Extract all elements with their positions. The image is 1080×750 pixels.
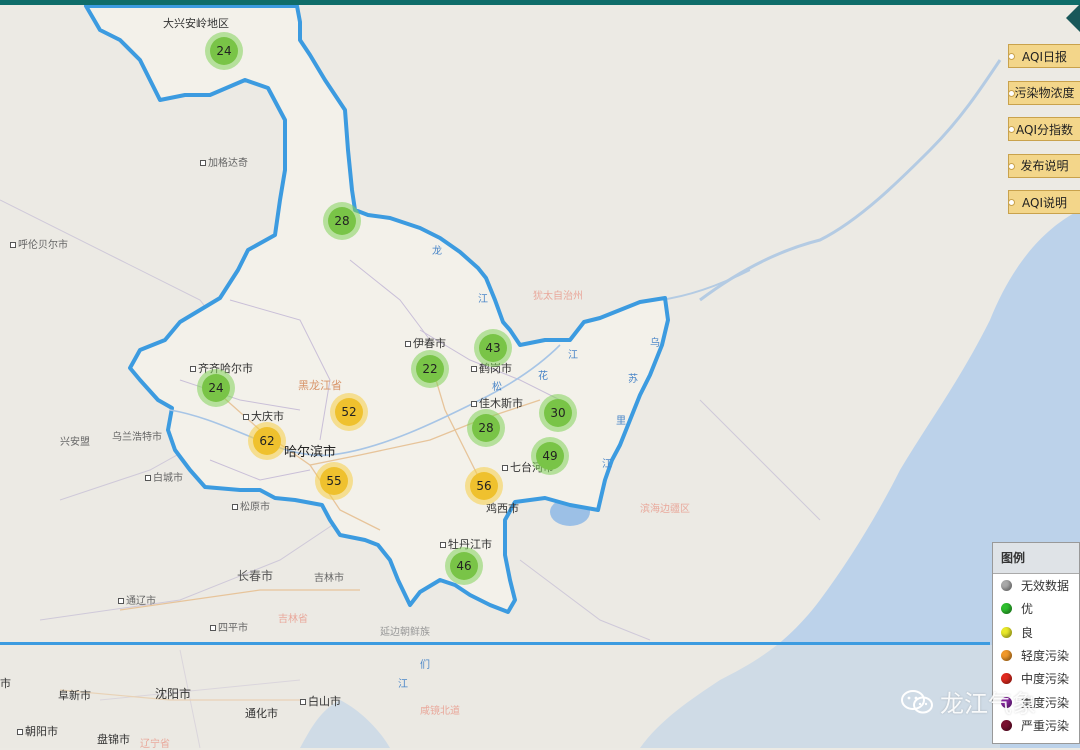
aqi-marker-qitaihe[interactable]: 49: [531, 437, 569, 475]
region-label-primorsky: 滨海边疆区: [640, 504, 690, 515]
city-tonghua: 通化市: [245, 707, 278, 720]
legend-swatch-icon: [1001, 719, 1012, 731]
aqi-value: 56: [470, 472, 498, 500]
legend-swatch-icon: [1001, 580, 1012, 592]
legend-label: 轻度污染: [1021, 649, 1070, 664]
aqi-value: 46: [450, 552, 478, 580]
river-label-wu: 乌: [650, 338, 660, 349]
aqi-marker-qiqihar[interactable]: 24: [197, 369, 235, 407]
aqi-value: 24: [210, 37, 238, 65]
tab-aqi-daily[interactable]: AQI日报: [1008, 44, 1080, 68]
city-harbin: 哈尔滨市: [284, 445, 337, 460]
legend-swatch-icon: [1001, 603, 1012, 615]
aqi-value: 30: [544, 399, 572, 427]
river-label-hua: 花: [538, 371, 548, 382]
river-label-men: 们: [420, 660, 430, 671]
river-label-song: 松: [492, 382, 502, 393]
aqi-value: 49: [536, 442, 564, 470]
top-bar: [0, 0, 1080, 5]
aqi-value: 52: [335, 398, 363, 426]
legend-title: 图例: [993, 543, 1079, 574]
city-daxinganling: 大兴安岭地区: [163, 17, 229, 30]
aqi-value: 28: [472, 414, 500, 442]
river-label-jiang2: 江: [568, 350, 578, 361]
city-jilin: 吉林市: [314, 573, 344, 584]
city-changchun: 长春市: [237, 569, 274, 583]
tab-hole-icon: [1008, 162, 1015, 170]
aqi-value: 55: [320, 467, 348, 495]
legend-label: 无效数据: [1021, 579, 1070, 594]
river-label-jiang3: 江: [602, 459, 612, 470]
region-label-jewish: 犹太自治州: [533, 291, 583, 302]
city-hulunbuir: 呼伦贝尔市: [10, 240, 68, 252]
city-baishan: 白山市: [300, 696, 341, 708]
region-label-xianbei: 咸镜北道: [420, 706, 460, 717]
aqi-marker-jixi[interactable]: 56: [465, 467, 503, 505]
river-label-su: 苏: [628, 374, 638, 385]
side-tab-group: AQI日报 污染物浓度 AQI分指数 发布说明 AQI说明: [1004, 44, 1080, 227]
legend-label: 严重污染: [1021, 718, 1070, 733]
legend-item: 优: [993, 597, 1079, 620]
tab-release-notes[interactable]: 发布说明: [1008, 153, 1080, 178]
city-jiagedaqi: 加格达奇: [200, 158, 248, 170]
river-label-jiang1: 江: [478, 294, 488, 305]
legend-swatch-icon: [1001, 626, 1012, 638]
river-label-long: 龙: [432, 246, 442, 257]
city-wulanhaote: 乌兰浩特市: [112, 432, 162, 443]
river-label-jiang4: 江: [398, 679, 408, 690]
city-yichun: 伊春市: [405, 338, 446, 350]
region-label-jilin-prov: 吉林省: [278, 614, 308, 625]
aqi-marker-hegang[interactable]: 43: [474, 329, 512, 367]
tab-hole-icon: [1008, 53, 1015, 60]
aqi-marker-shuangyashan[interactable]: 30: [539, 394, 577, 432]
tab-hole-icon: [1008, 126, 1015, 133]
legend-label: 良: [1021, 625, 1034, 640]
tab-hole-icon: [1008, 89, 1015, 97]
collapse-corner-icon[interactable]: [1066, 4, 1080, 32]
city-songyuan: 松原市: [232, 502, 270, 514]
aqi-value: 24: [202, 374, 230, 402]
legend-item: 轻度污染: [993, 644, 1079, 667]
aqi-marker-yichun[interactable]: 22: [411, 350, 449, 388]
aqi-marker-mudanjiang[interactable]: 46: [445, 547, 483, 585]
tab-aqi-explanation[interactable]: AQI说明: [1008, 190, 1080, 214]
aqi-marker-heihe[interactable]: 28: [323, 202, 361, 240]
city-panjin: 盘锦市: [97, 733, 130, 746]
tab-pollutant-concentration[interactable]: 污染物浓度: [1008, 80, 1080, 105]
region-label-yanbian: 延边朝鲜族: [380, 627, 430, 638]
city-shenyang: 沈阳市: [155, 687, 192, 701]
city-tongliao: 通辽市: [118, 596, 156, 608]
city-chaoyang: 朝阳市: [17, 726, 58, 738]
aqi-value: 62: [253, 427, 281, 455]
aqi-marker-daxinganling[interactable]: 24: [205, 32, 243, 70]
watermark: 龙江气象: [900, 684, 1036, 719]
aqi-value: 43: [479, 334, 507, 362]
legend-item: 无效数据: [993, 574, 1079, 597]
river-label-li: 里: [616, 416, 626, 427]
aqi-marker-suihua[interactable]: 52: [330, 393, 368, 431]
aqi-marker-daqing[interactable]: 62: [248, 422, 286, 460]
city-cut-left: 市: [0, 677, 11, 690]
legend-label: 优: [1021, 602, 1034, 617]
tab-hole-icon: [1008, 199, 1015, 206]
city-baicheng: 白城市: [145, 473, 183, 485]
map-divider-line: [0, 642, 990, 645]
legend-swatch-icon: [1001, 673, 1012, 685]
city-jiamusi: 佳木斯市: [471, 398, 523, 410]
aqi-marker-harbin[interactable]: 55: [315, 462, 353, 500]
wechat-icon: [901, 689, 933, 713]
legend-swatch-icon: [1001, 650, 1012, 662]
city-fuxin: 阜新市: [58, 689, 91, 702]
province-label: 黑龙江省: [298, 379, 342, 392]
aqi-value: 28: [328, 207, 356, 235]
city-jixi: 鸡西市: [486, 502, 519, 515]
tab-aqi-subindex[interactable]: AQI分指数: [1008, 117, 1080, 141]
city-siping: 四平市: [210, 623, 248, 635]
city-xinganmeng: 兴安盟: [60, 437, 90, 448]
legend-item: 良: [993, 621, 1079, 644]
aqi-marker-jiamusi[interactable]: 28: [467, 409, 505, 447]
aqi-value: 22: [416, 355, 444, 383]
